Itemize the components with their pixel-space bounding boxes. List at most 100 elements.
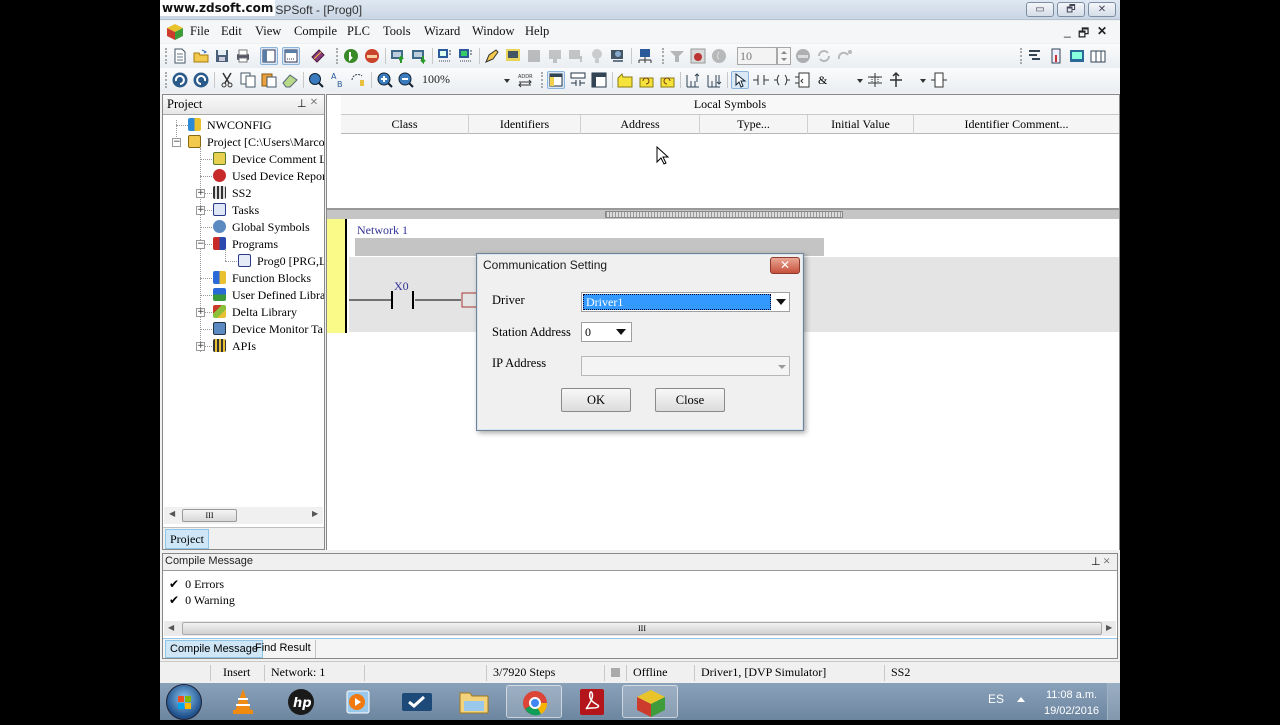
contact-tool-button[interactable]	[752, 71, 770, 89]
tab-project[interactable]: Project	[165, 529, 209, 549]
block-dropdown-icon[interactable]	[856, 78, 864, 84]
menu-tools[interactable]: Tools	[383, 24, 411, 39]
disabled-tool-button[interactable]	[588, 47, 606, 65]
column-initial-value[interactable]: Initial Value	[808, 115, 914, 134]
tree-item-user-defined-library[interactable]: User Defined Librar	[213, 287, 324, 303]
tree-item-device-comment[interactable]: Device Comment L	[213, 151, 324, 167]
project-horizontal-scrollbar[interactable]: ◀ III ▶	[164, 507, 323, 524]
coil-tool-button[interactable]	[773, 71, 791, 89]
print-button[interactable]	[234, 47, 252, 65]
undo-button[interactable]	[171, 71, 189, 89]
vertical-line-tool-button[interactable]	[887, 71, 905, 89]
comment-redo-button[interactable]	[658, 71, 676, 89]
disabled-tool-button[interactable]	[710, 47, 728, 65]
address-button[interactable]: ADDR	[516, 71, 534, 89]
taskbar-hp[interactable]: hp	[273, 685, 329, 718]
scroll-thumb[interactable]: III	[182, 509, 237, 522]
toolbar-grip[interactable]	[336, 48, 338, 64]
select-tool-button[interactable]	[731, 71, 749, 89]
scroll-left-icon[interactable]: ◀	[168, 623, 174, 632]
menu-file[interactable]: File	[190, 24, 209, 39]
language-indicator[interactable]: ES	[988, 692, 1004, 706]
window-view-button[interactable]	[590, 71, 608, 89]
taskbar-chrome[interactable]	[506, 685, 562, 718]
menu-view[interactable]: View	[255, 24, 281, 39]
toolbar-grip[interactable]	[1020, 48, 1022, 64]
menu-edit[interactable]: Edit	[221, 24, 242, 39]
comment-button[interactable]	[616, 71, 634, 89]
menu-window[interactable]: Window	[472, 24, 515, 39]
compile-horizontal-scrollbar[interactable]: ◀ III ▶	[164, 621, 1116, 636]
disabled-tool-button[interactable]	[525, 47, 543, 65]
upload-button[interactable]	[389, 47, 407, 65]
replace-button[interactable]: AB	[328, 71, 346, 89]
minimize-button[interactable]: ▭	[1026, 2, 1054, 17]
pc-settings-button[interactable]	[609, 47, 627, 65]
disabled-tool-button[interactable]	[836, 47, 854, 65]
expand-toggle[interactable]: +	[196, 189, 205, 198]
erase-button[interactable]	[281, 71, 299, 89]
show-hidden-icons-button[interactable]	[1017, 697, 1025, 702]
column-address[interactable]: Address	[581, 115, 700, 134]
scroll-left-icon[interactable]: ◀	[169, 509, 175, 518]
taskbar-vlc[interactable]	[215, 685, 271, 718]
find-button[interactable]	[307, 71, 325, 89]
tree-item-tasks[interactable]: Tasks	[213, 202, 324, 218]
run-button[interactable]	[342, 47, 360, 65]
close-button[interactable]: ✕	[1088, 2, 1116, 17]
scroll-right-icon[interactable]: ▶	[312, 509, 318, 518]
zoom-dropdown-icon[interactable]	[503, 78, 511, 84]
panel-close-icon[interactable]: ×	[1103, 553, 1110, 569]
and-block-icon[interactable]: &	[818, 73, 827, 88]
menu-wizard[interactable]: Wizard	[424, 24, 460, 39]
watch-button[interactable]	[689, 47, 707, 65]
cut-button[interactable]	[218, 71, 236, 89]
redo-button[interactable]	[192, 71, 210, 89]
insert-network-above-button[interactable]	[684, 71, 702, 89]
pen-tool-button[interactable]	[483, 47, 501, 65]
paste-button[interactable]	[260, 71, 278, 89]
normally-open-contact-icon[interactable]	[349, 289, 479, 311]
view-layout-1-button[interactable]	[260, 47, 278, 65]
download-button[interactable]	[410, 47, 428, 65]
expand-toggle[interactable]: +	[196, 206, 205, 215]
ip-address-select[interactable]	[581, 356, 790, 376]
disabled-tool-button[interactable]	[815, 47, 833, 65]
disabled-tool-button[interactable]	[794, 47, 812, 65]
copy-button[interactable]	[239, 71, 257, 89]
toolbar-grip[interactable]	[165, 72, 167, 88]
thermometer-button[interactable]	[1047, 47, 1065, 65]
taskbar-acrobat[interactable]	[564, 685, 620, 718]
online-monitor-button[interactable]	[436, 47, 454, 65]
clock[interactable]: 11:08 a.m. 19/02/2016	[1044, 687, 1099, 719]
expand-toggle[interactable]: +	[196, 342, 205, 351]
insert-network-below-button[interactable]	[705, 71, 723, 89]
new-file-button[interactable]	[171, 47, 189, 65]
expand-toggle[interactable]: +	[196, 308, 205, 317]
comment-undo-button[interactable]	[637, 71, 655, 89]
save-button[interactable]	[213, 47, 231, 65]
disabled-tool-button[interactable]	[546, 47, 564, 65]
dialog-close-button[interactable]: ✕	[770, 257, 800, 274]
step-spinner[interactable]	[777, 47, 791, 65]
menu-help[interactable]: Help	[525, 24, 549, 39]
show-desktop-button[interactable]	[1107, 683, 1120, 720]
collapse-toggle[interactable]: −	[196, 240, 205, 249]
tab-find-result[interactable]: Find Result	[251, 640, 316, 658]
pin-icon[interactable]: ⊥	[1091, 555, 1101, 568]
tree-item-programs[interactable]: Programs	[213, 236, 324, 252]
ladder-view-button[interactable]	[547, 71, 565, 89]
disabled-tool-button[interactable]	[567, 47, 585, 65]
tree-item-apis[interactable]: APIs	[213, 338, 324, 354]
pc-link-button[interactable]	[504, 47, 522, 65]
menu-compile[interactable]: Compile	[294, 24, 337, 39]
mdi-minimize-button[interactable]: _	[1064, 24, 1071, 38]
collapse-toggle[interactable]: −	[172, 138, 181, 147]
scroll-right-icon[interactable]: ▶	[1106, 623, 1112, 632]
column-class[interactable]: Class	[341, 115, 469, 134]
zoom-level-select[interactable]: 100%	[422, 72, 450, 87]
toolbar-grip[interactable]	[541, 72, 543, 88]
network-button[interactable]	[636, 47, 654, 65]
pin-icon[interactable]: ⊥	[297, 97, 307, 110]
taskbar-ispsoft[interactable]	[622, 685, 678, 718]
